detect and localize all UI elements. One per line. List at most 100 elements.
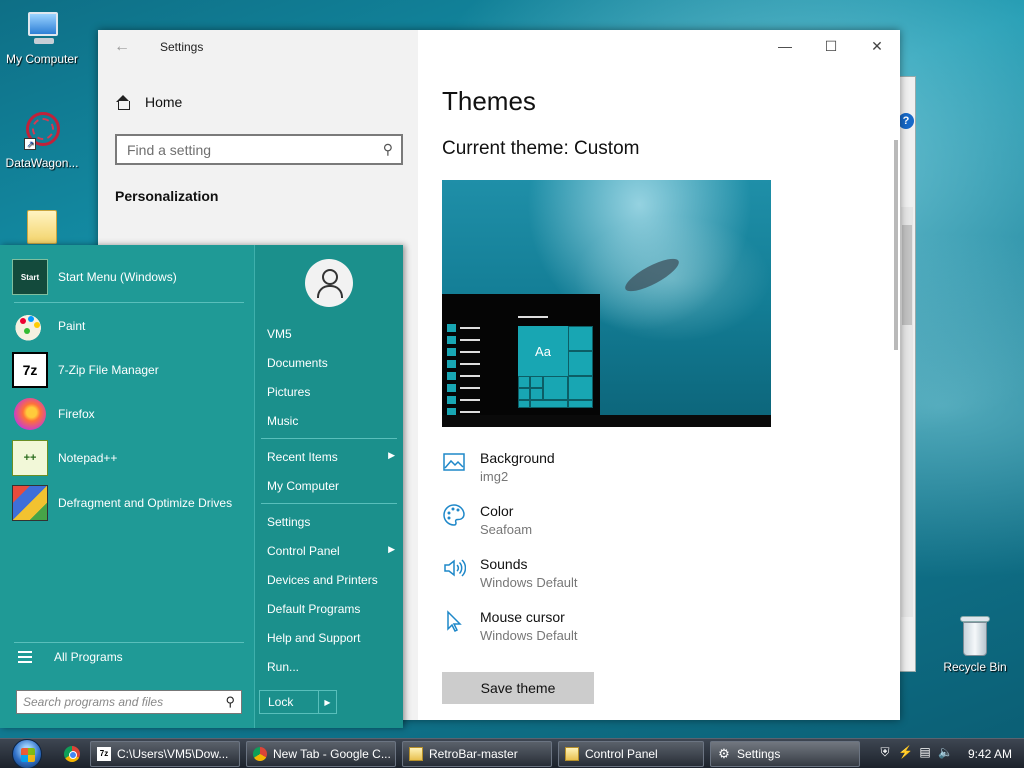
recycle-bin-icon (958, 614, 992, 658)
option-title: Mouse cursor (480, 609, 565, 625)
all-programs-button[interactable]: All Programs (18, 650, 123, 664)
start-item-label: Firefox (58, 407, 95, 421)
search-icon: ⚲ (382, 141, 393, 157)
preview-start-panel: Aa (442, 294, 600, 416)
search-placeholder: Find a setting (127, 141, 212, 158)
windows-logo-icon (21, 748, 35, 762)
start-link-label: Recent Items (267, 450, 338, 464)
scrollbar-thumb[interactable] (902, 225, 912, 325)
list-icon (18, 651, 32, 663)
current-theme-label: Current theme: Custom (442, 138, 640, 159)
option-value: img2 (480, 469, 509, 484)
save-theme-button[interactable]: Save theme (442, 672, 594, 704)
start-link-label: Control Panel (267, 544, 340, 558)
firefox-icon (14, 398, 46, 430)
taskbar-button-retrobar[interactable]: RetroBar-master (402, 741, 552, 767)
datawagon-icon: ↗ (22, 110, 62, 154)
option-value: Windows Default (480, 575, 578, 590)
taskbar-button-label: Settings (737, 747, 781, 761)
preview-taskbar (442, 415, 771, 427)
start-link-my-computer[interactable]: My Computer (267, 479, 397, 493)
close-button[interactable]: ✕ (854, 30, 900, 62)
desktop-icon-label: Recycle Bin (943, 660, 1007, 674)
preview-swimmer (621, 252, 683, 298)
start-item-defrag[interactable]: Defragment and Optimize Drives (12, 485, 248, 521)
option-title: Background (480, 450, 555, 466)
home-nav-item[interactable]: Home (115, 94, 182, 110)
start-link-documents[interactable]: Documents (267, 356, 397, 370)
defrag-icon (12, 485, 48, 521)
desktop-icon-label: DataWagon... (5, 156, 79, 170)
start-item-start-menu-windows[interactable]: Start Start Menu (Windows) (12, 259, 248, 295)
home-label: Home (145, 94, 183, 110)
start-button[interactable] (12, 739, 42, 768)
start-item-label: Paint (58, 319, 86, 333)
network-disabled-icon[interactable]: ⚡ (898, 745, 913, 759)
desktop-icon-datawagon[interactable]: ↗ DataWagon... (0, 110, 84, 170)
desktop-icon-my-computer[interactable]: My Computer (0, 10, 84, 66)
network-icon[interactable]: ▤ (918, 745, 932, 759)
option-background[interactable]: Background img2 (442, 450, 555, 484)
folder-icon (565, 747, 579, 761)
lock-button[interactable]: Lock ▶ (259, 690, 337, 714)
chevron-right-icon[interactable]: ▶ (318, 691, 336, 713)
start-item-firefox[interactable]: Firefox (12, 396, 248, 432)
back-arrow-icon[interactable]: ← (114, 38, 130, 56)
start-item-notepadpp[interactable]: ++ Notepad++ (12, 440, 248, 476)
7zip-icon: 7z (97, 747, 111, 761)
start-menu-places: VM5 Documents Pictures Music Recent Item… (254, 245, 403, 728)
start-item-label: 7-Zip File Manager (58, 363, 159, 377)
start-link-pictures[interactable]: Pictures (267, 385, 397, 399)
computer-icon (22, 10, 62, 50)
maximize-button[interactable]: ☐ (808, 30, 854, 62)
theme-preview: Aa (442, 180, 771, 427)
cursor-icon (442, 609, 466, 633)
minimize-button[interactable]: — (762, 30, 808, 62)
user-avatar[interactable] (305, 259, 353, 307)
gear-icon: ⚙ (718, 746, 730, 761)
start-link-user[interactable]: VM5 (267, 327, 397, 341)
search-placeholder: Search programs and files (23, 695, 164, 709)
7zip-icon: 7z (12, 352, 48, 388)
taskbar-button-control-panel[interactable]: Control Panel (558, 741, 704, 767)
taskbar-button-chrome[interactable]: New Tab - Google C... (246, 741, 396, 767)
start-link-run[interactable]: Run... (267, 660, 397, 674)
start-link-default-programs[interactable]: Default Programs (267, 602, 397, 616)
option-sounds[interactable]: Sounds Windows Default (442, 556, 578, 590)
taskbar-button-explorer-downloads[interactable]: 7z C:\Users\VM5\Dow... (90, 741, 240, 767)
option-mouse-cursor[interactable]: Mouse cursor Windows Default (442, 609, 578, 643)
start-link-settings[interactable]: Settings (267, 515, 397, 529)
option-color[interactable]: Color Seafoam (442, 503, 532, 537)
submenu-arrow-icon: ▶ (388, 450, 395, 460)
taskbar-button-settings[interactable]: ⚙ Settings (710, 741, 860, 767)
start-menu: Start Start Menu (Windows) Paint 7z 7-Zi… (0, 245, 403, 728)
option-title: Sounds (480, 556, 528, 572)
option-value: Seafoam (480, 522, 533, 537)
desktop-icon-recycle-bin[interactable]: Recycle Bin (933, 614, 1017, 674)
window-controls: — ☐ ✕ (762, 30, 900, 62)
taskbar-button-label: Control Panel (585, 747, 658, 761)
search-icon: ⚲ (225, 694, 235, 709)
start-link-recent-items[interactable]: Recent Items ▶ (267, 450, 397, 464)
lock-label: Lock (268, 695, 294, 709)
clock[interactable]: 9:42 AM (968, 747, 1012, 761)
settings-search-input[interactable]: Find a setting ⚲ (115, 134, 403, 165)
help-icon[interactable]: ? (898, 113, 914, 129)
chrome-quicklaunch-icon[interactable] (64, 746, 80, 762)
start-search-input[interactable]: Search programs and files ⚲ (16, 690, 242, 714)
start-item-7zip[interactable]: 7z 7-Zip File Manager (12, 352, 248, 388)
start-link-music[interactable]: Music (267, 414, 397, 428)
divider (261, 503, 397, 504)
start-link-control-panel[interactable]: Control Panel ▶ (267, 544, 397, 558)
desktop-icon-folder[interactable] (0, 210, 84, 246)
shield-icon[interactable]: ⛨ (878, 745, 892, 759)
volume-icon[interactable]: 🔈 (938, 745, 953, 759)
settings-scrollbar[interactable] (894, 140, 898, 350)
taskbar-button-label: New Tab - Google C... (273, 747, 391, 761)
taskbar-button-label: C:\Users\VM5\Dow... (117, 747, 229, 761)
start-link-help-support[interactable]: Help and Support (267, 631, 397, 645)
start-link-devices-printers[interactable]: Devices and Printers (267, 573, 397, 587)
desktop-icon-label: My Computer (5, 52, 79, 66)
start-item-paint[interactable]: Paint (12, 308, 248, 344)
page-title: Themes (442, 86, 536, 116)
